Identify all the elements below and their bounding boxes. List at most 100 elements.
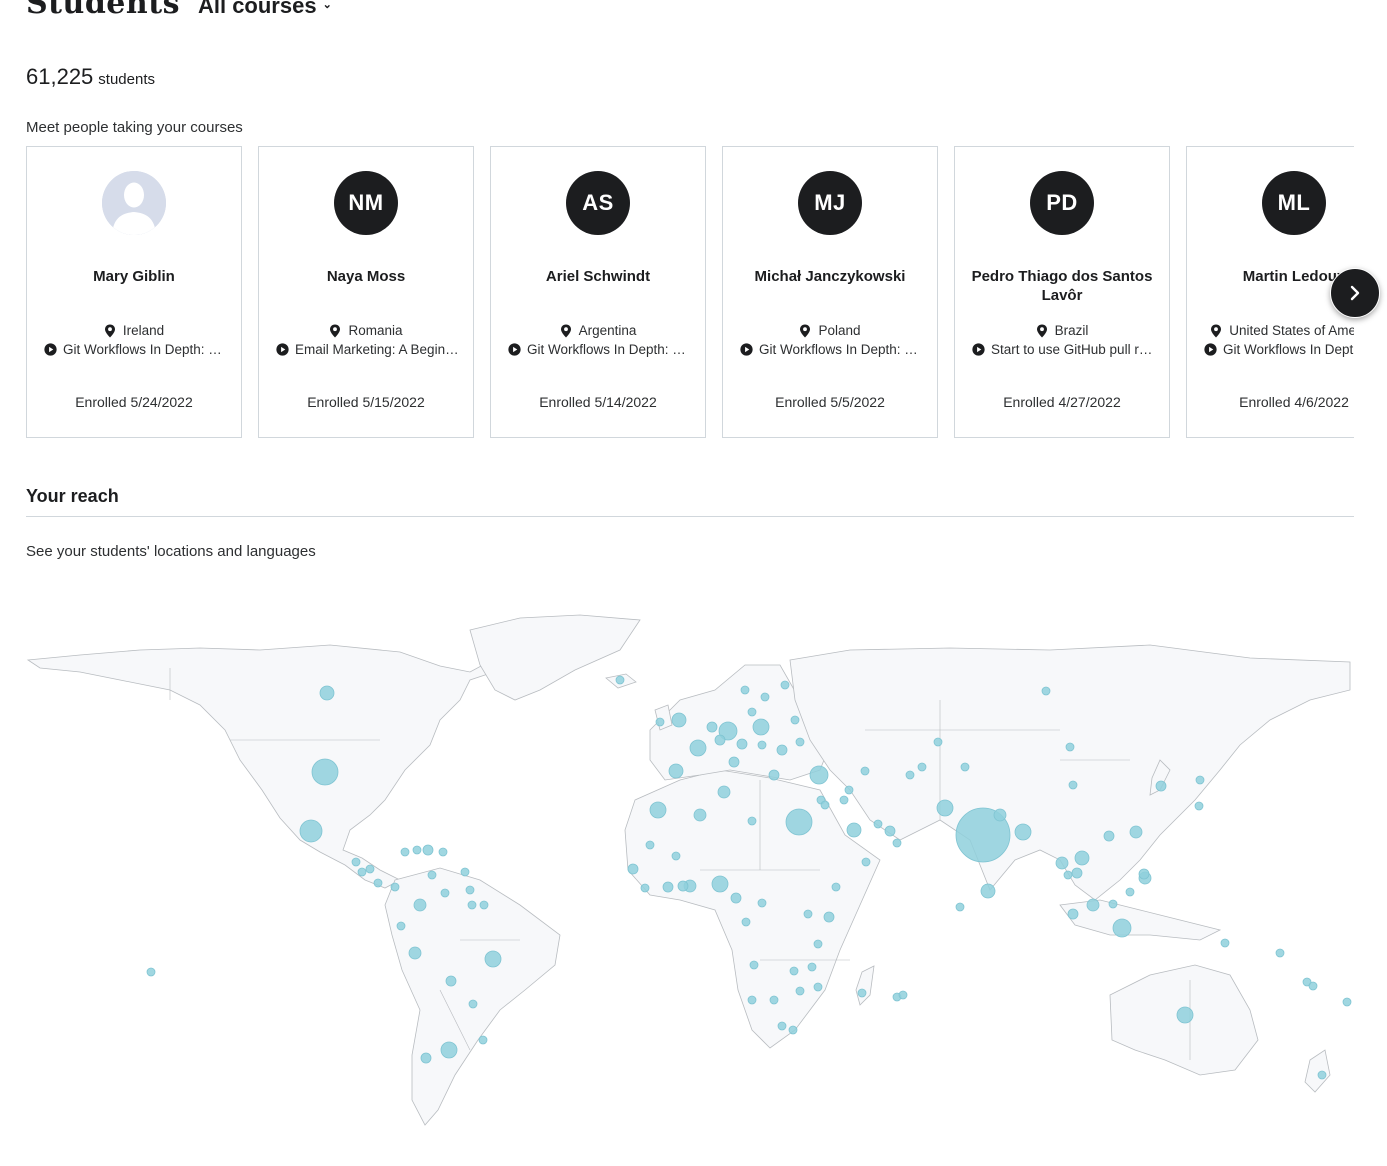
student-location-marker bbox=[1071, 867, 1083, 879]
student-location-marker bbox=[440, 888, 450, 898]
student-location-marker bbox=[823, 911, 835, 923]
student-location-marker bbox=[790, 715, 800, 725]
student-location-marker bbox=[413, 898, 427, 912]
student-location-marker bbox=[831, 882, 841, 892]
play-circle-icon bbox=[508, 343, 521, 356]
student-location-marker bbox=[892, 838, 902, 848]
student-location-marker bbox=[980, 883, 996, 899]
student-location-marker bbox=[740, 685, 750, 695]
student-location-marker bbox=[146, 967, 156, 977]
student-country: United States of America bbox=[1229, 323, 1354, 338]
student-card[interactable]: PD Pedro Thiago dos Santos Lavôr Brazil Sta… bbox=[954, 146, 1170, 438]
student-card[interactable]: MLMartin LedouxUnited States of AmericaG… bbox=[1186, 146, 1354, 438]
avatar bbox=[102, 171, 166, 235]
student-card[interactable]: MJ Michał Janczykowski Poland Git Workflows… bbox=[722, 146, 938, 438]
student-location-marker bbox=[655, 717, 665, 727]
world-map bbox=[26, 614, 1352, 1126]
student-location-marker bbox=[1086, 898, 1100, 912]
student-location-marker bbox=[689, 739, 707, 757]
student-location-marker bbox=[1129, 825, 1143, 839]
student-location: Argentina bbox=[499, 323, 697, 338]
location-pin-icon bbox=[104, 324, 116, 338]
location-pin-icon bbox=[560, 324, 572, 338]
play-circle-icon bbox=[276, 343, 289, 356]
student-location-marker bbox=[752, 718, 770, 736]
student-location-marker bbox=[898, 990, 908, 1000]
student-location-marker bbox=[390, 882, 400, 892]
student-location: United States of America bbox=[1195, 323, 1354, 338]
map-new-zealand bbox=[1304, 1049, 1331, 1093]
student-location-marker bbox=[747, 707, 757, 717]
student-location-marker bbox=[768, 769, 780, 781]
student-course: Git Workflows In Depth: Learn To Use Git… bbox=[1204, 342, 1354, 357]
play-circle-icon bbox=[44, 343, 57, 356]
student-location-marker bbox=[460, 867, 470, 877]
student-location-marker bbox=[960, 762, 970, 772]
student-location-marker bbox=[747, 995, 757, 1005]
student-location: Romania bbox=[267, 323, 465, 338]
student-location-marker bbox=[780, 680, 790, 690]
course-filter-dropdown[interactable]: All courses ⌄ bbox=[198, 0, 332, 19]
student-location-marker bbox=[467, 900, 477, 910]
student-location-marker bbox=[319, 685, 335, 701]
student-location-marker bbox=[1125, 887, 1135, 897]
student-location-marker bbox=[955, 902, 965, 912]
map-madagascar bbox=[855, 965, 875, 1006]
student-location-marker bbox=[440, 1041, 458, 1059]
student-location-marker bbox=[839, 795, 849, 805]
student-location-marker bbox=[757, 740, 767, 750]
student-count: 61,225 students bbox=[26, 64, 155, 90]
avatar-initials: AS bbox=[582, 190, 614, 215]
student-location-marker bbox=[1041, 686, 1051, 696]
student-location-marker bbox=[1155, 780, 1167, 792]
student-location-marker bbox=[795, 986, 805, 996]
student-location-marker bbox=[1074, 850, 1090, 866]
student-card[interactable]: Mary Giblin Ireland Git Workflows In Depth… bbox=[26, 146, 242, 438]
avatar-initials: PD bbox=[1046, 190, 1078, 215]
student-location-marker bbox=[789, 966, 799, 976]
student-location-marker bbox=[860, 766, 870, 776]
student-location-marker bbox=[813, 982, 823, 992]
carousel-next-button[interactable] bbox=[1330, 268, 1380, 318]
student-location-marker bbox=[873, 819, 883, 829]
student-name: Naya Moss bbox=[326, 268, 406, 285]
student-location-marker bbox=[905, 770, 915, 780]
student-card[interactable]: AS Ariel Schwindt Argentina Git Workflows I… bbox=[490, 146, 706, 438]
student-location-marker bbox=[662, 881, 674, 893]
student-location-marker bbox=[749, 960, 759, 970]
student-location-marker bbox=[813, 939, 823, 949]
avatar: PD bbox=[1030, 171, 1094, 235]
student-course-title: Start to use GitHub pull requests bbox=[991, 342, 1157, 357]
student-location-marker bbox=[717, 785, 731, 799]
enrolled-date: Enrolled 5/15/2022 bbox=[307, 394, 425, 410]
play-circle-icon bbox=[972, 343, 985, 356]
student-course: Git Workflows In Depth: Learn To Use Git… bbox=[508, 342, 693, 357]
student-location-marker bbox=[993, 808, 1007, 822]
student-course-title: Git Workflows In Depth: Learn To Use Git… bbox=[759, 342, 925, 357]
student-location-marker bbox=[809, 765, 829, 785]
avatar: ML bbox=[1262, 171, 1326, 235]
student-name: Mary Giblin bbox=[93, 268, 175, 285]
location-pin-icon bbox=[329, 324, 341, 338]
student-location: Brazil bbox=[963, 323, 1161, 338]
student-location-marker bbox=[649, 801, 667, 819]
student-location-marker bbox=[711, 875, 729, 893]
student-location: Ireland bbox=[35, 323, 233, 338]
avatar-initials: ML bbox=[1277, 190, 1311, 215]
page-header: Students All courses ⌄ bbox=[26, 0, 332, 21]
student-location-marker bbox=[807, 962, 817, 972]
student-card[interactable]: NM Naya Moss Romania Email Marketing: A Beg… bbox=[258, 146, 474, 438]
student-location-marker bbox=[468, 999, 478, 1009]
student-country: Romania bbox=[348, 323, 403, 338]
student-location-marker bbox=[1014, 823, 1032, 841]
meet-heading: Meet people taking your courses bbox=[26, 119, 243, 136]
student-location-marker bbox=[1195, 775, 1205, 785]
student-course-title: Git Workflows In Depth: Learn To Use Git… bbox=[527, 342, 693, 357]
student-location-marker bbox=[351, 857, 361, 867]
avatar: AS bbox=[566, 171, 630, 235]
student-location-marker bbox=[884, 825, 896, 837]
student-location-marker bbox=[714, 734, 726, 746]
student-location-marker bbox=[776, 744, 788, 756]
location-pin-icon bbox=[799, 324, 811, 338]
student-location-marker bbox=[671, 851, 681, 861]
